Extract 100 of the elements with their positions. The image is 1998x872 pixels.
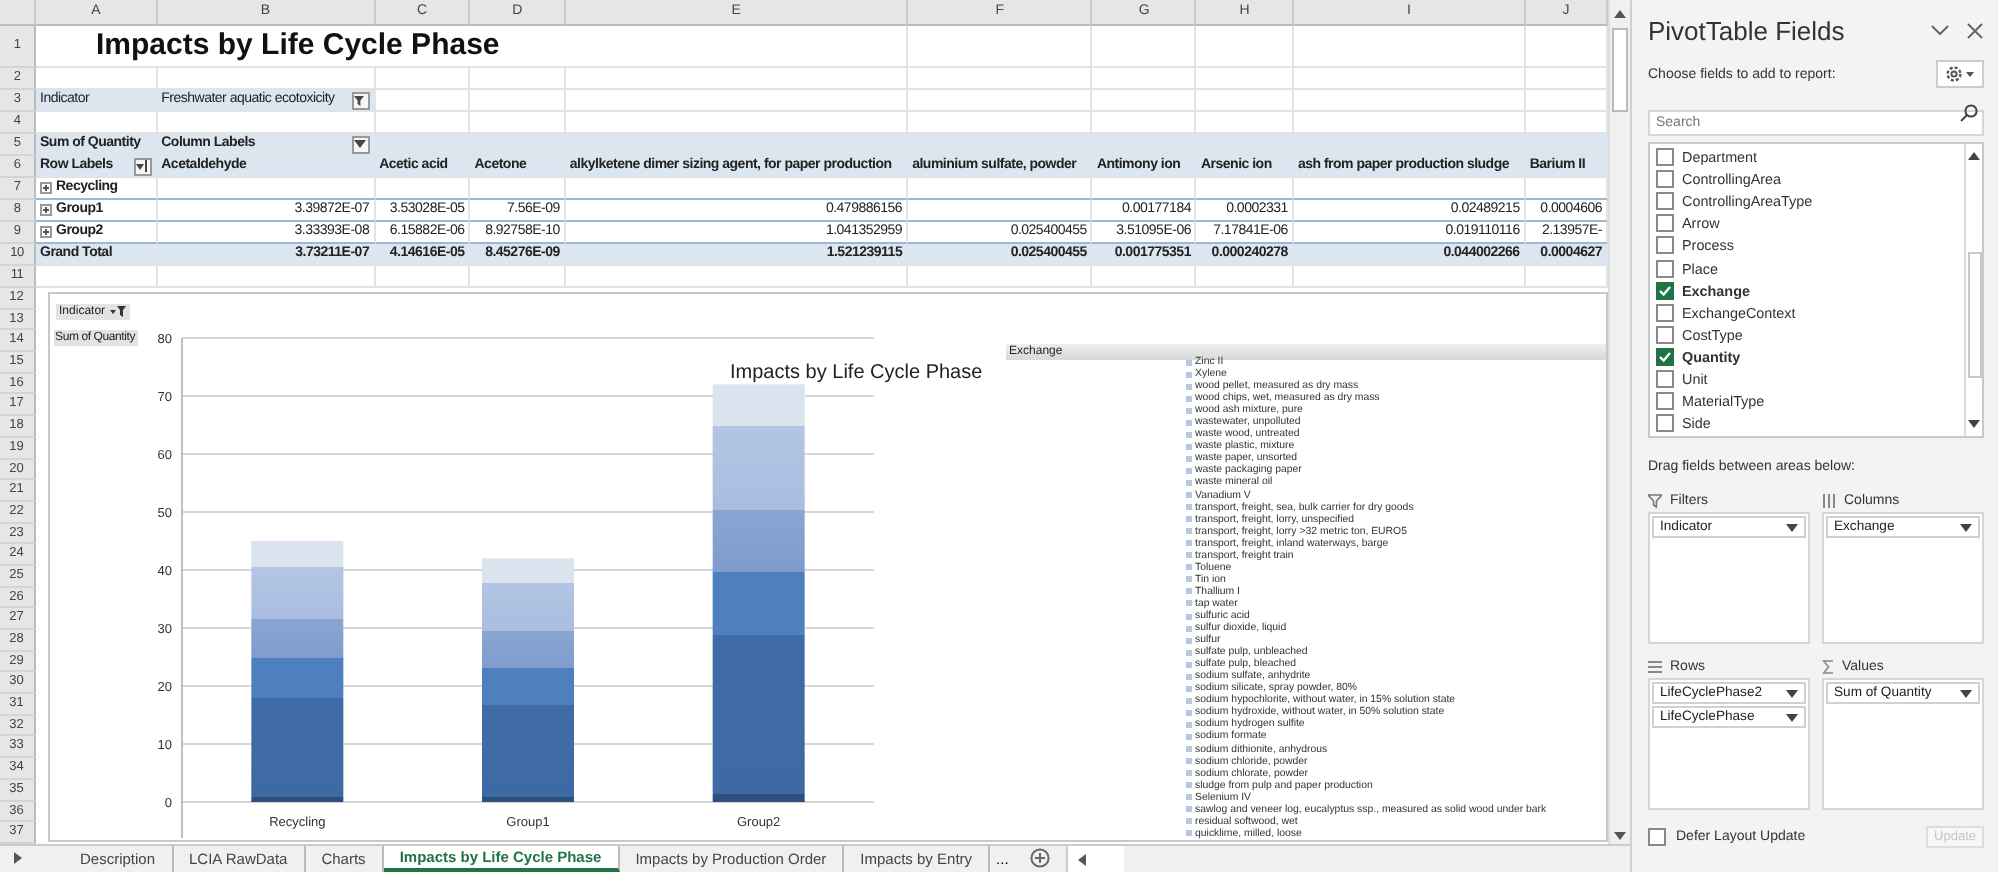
empty-cell[interactable] — [1196, 68, 1294, 90]
legend-swatch-icon — [1185, 467, 1192, 474]
expand-icon[interactable] — [40, 226, 52, 238]
empty-cell[interactable] — [1092, 178, 1197, 200]
empty-cell[interactable] — [565, 90, 909, 112]
legend-swatch-icon — [1185, 661, 1192, 668]
legend-swatch-icon — [1185, 770, 1192, 777]
filter-button[interactable] — [351, 91, 370, 109]
scroll-thumb[interactable] — [1612, 28, 1628, 112]
checkbox[interactable] — [1656, 148, 1674, 167]
empty-cell[interactable] — [1092, 68, 1197, 90]
legend-swatch-icon — [1185, 576, 1192, 583]
select-all-button[interactable] — [0, 0, 36, 26]
sheet-title: Impacts by Life Cycle Phase — [36, 26, 909, 68]
empty-cell[interactable] — [908, 266, 1093, 288]
horizontal-scrollbar[interactable] — [1066, 846, 1125, 872]
dropdown-icon[interactable] — [1960, 689, 1972, 697]
add-sheet-icon[interactable] — [1030, 848, 1051, 868]
legend-swatch-icon — [1185, 371, 1192, 378]
pane-title: PivotTable Fields — [1648, 15, 1847, 45]
empty-cell[interactable] — [375, 68, 471, 90]
dropdown-icon[interactable] — [1786, 523, 1798, 531]
bar[interactable] — [250, 541, 343, 802]
checkbox[interactable] — [1656, 414, 1674, 433]
empty-cell[interactable] — [1293, 68, 1526, 90]
checkbox[interactable] — [1656, 236, 1674, 255]
scroll-thumb[interactable] — [1967, 252, 1981, 378]
legend-swatch-icon — [1185, 758, 1192, 765]
empty-cell[interactable] — [908, 68, 1093, 90]
legend-swatch-icon — [1185, 540, 1192, 547]
scroll-up-icon[interactable] — [1968, 150, 1980, 162]
empty-cell[interactable] — [1196, 90, 1294, 112]
checkbox[interactable] — [1656, 281, 1674, 300]
checkbox[interactable] — [1656, 369, 1674, 388]
legend-swatch-icon — [1185, 649, 1192, 656]
checkbox[interactable] — [1656, 325, 1674, 344]
checkbox[interactable] — [1656, 259, 1674, 278]
scroll-down-icon[interactable] — [1968, 418, 1980, 430]
empty-cell[interactable] — [1196, 26, 1294, 68]
vertical-scrollbar[interactable] — [1608, 0, 1630, 844]
dropdown-button[interactable] — [133, 157, 152, 175]
bar[interactable] — [481, 558, 574, 802]
expand-icon[interactable] — [40, 204, 52, 216]
chevron-down-icon[interactable] — [1930, 22, 1950, 38]
scroll-left-icon[interactable] — [1076, 854, 1089, 866]
empty-cell[interactable] — [1196, 266, 1294, 288]
filter-icon — [353, 93, 368, 107]
empty-cell[interactable] — [1293, 26, 1526, 68]
checkbox[interactable] — [1648, 828, 1666, 846]
legend-swatch-icon — [1185, 697, 1192, 704]
legend-swatch-icon — [1185, 818, 1192, 825]
empty-cell[interactable] — [908, 26, 1093, 68]
dropdown-icon[interactable] — [1786, 689, 1798, 697]
empty-cell[interactable] — [1293, 90, 1526, 112]
empty-cell[interactable] — [908, 90, 1093, 112]
empty-cell[interactable] — [375, 266, 471, 288]
checkbox[interactable] — [1656, 214, 1674, 233]
empty-cell[interactable] — [375, 178, 471, 200]
legend-swatch-icon — [1185, 431, 1192, 438]
empty-cell[interactable] — [157, 266, 376, 288]
dropdown-icon[interactable] — [1786, 713, 1798, 721]
chart-panel[interactable] — [47, 292, 1609, 842]
empty-cell[interactable] — [908, 200, 1093, 222]
empty-cell[interactable] — [1092, 266, 1197, 288]
empty-cell[interactable] — [1293, 178, 1526, 200]
empty-cell[interactable] — [1196, 178, 1294, 200]
legend-swatch-icon — [1185, 709, 1192, 716]
legend-swatch-icon — [1185, 746, 1192, 753]
expand-icon[interactable] — [40, 182, 52, 194]
checkbox[interactable] — [1656, 303, 1674, 322]
empty-cell[interactable] — [1293, 266, 1526, 288]
dropdown-button[interactable] — [351, 135, 370, 153]
legend-swatch-icon — [1185, 613, 1192, 619]
empty-cell[interactable] — [565, 266, 909, 288]
next-sheet-icon[interactable] — [12, 852, 24, 864]
empty-cell[interactable] — [157, 178, 376, 200]
scroll-up-icon[interactable] — [1612, 6, 1628, 22]
columns-icon — [1822, 494, 1836, 508]
empty-cell[interactable] — [565, 178, 909, 200]
checkbox[interactable] — [1656, 170, 1674, 189]
list-scrollbar[interactable] — [1964, 144, 1982, 436]
empty-cell[interactable] — [908, 178, 1093, 200]
empty-cell[interactable] — [470, 90, 566, 112]
checkbox[interactable] — [1656, 392, 1674, 411]
filter-icon — [1648, 494, 1662, 508]
legend-swatch-icon — [1185, 588, 1192, 595]
dropdown-icon[interactable] — [1960, 523, 1972, 531]
empty-cell[interactable] — [470, 68, 566, 90]
settings-button[interactable] — [1936, 60, 1984, 88]
legend-swatch-icon — [1185, 455, 1192, 462]
checkbox[interactable] — [1656, 347, 1674, 366]
empty-cell[interactable] — [470, 266, 566, 288]
empty-cell[interactable] — [470, 178, 566, 200]
legend-swatch-icon — [1185, 552, 1192, 559]
empty-cell[interactable] — [1092, 26, 1197, 68]
close-icon[interactable] — [1966, 21, 1984, 39]
bar[interactable] — [711, 384, 804, 802]
empty-cell[interactable] — [565, 68, 909, 90]
empty-cell[interactable] — [1092, 90, 1197, 112]
checkbox[interactable] — [1656, 192, 1674, 211]
